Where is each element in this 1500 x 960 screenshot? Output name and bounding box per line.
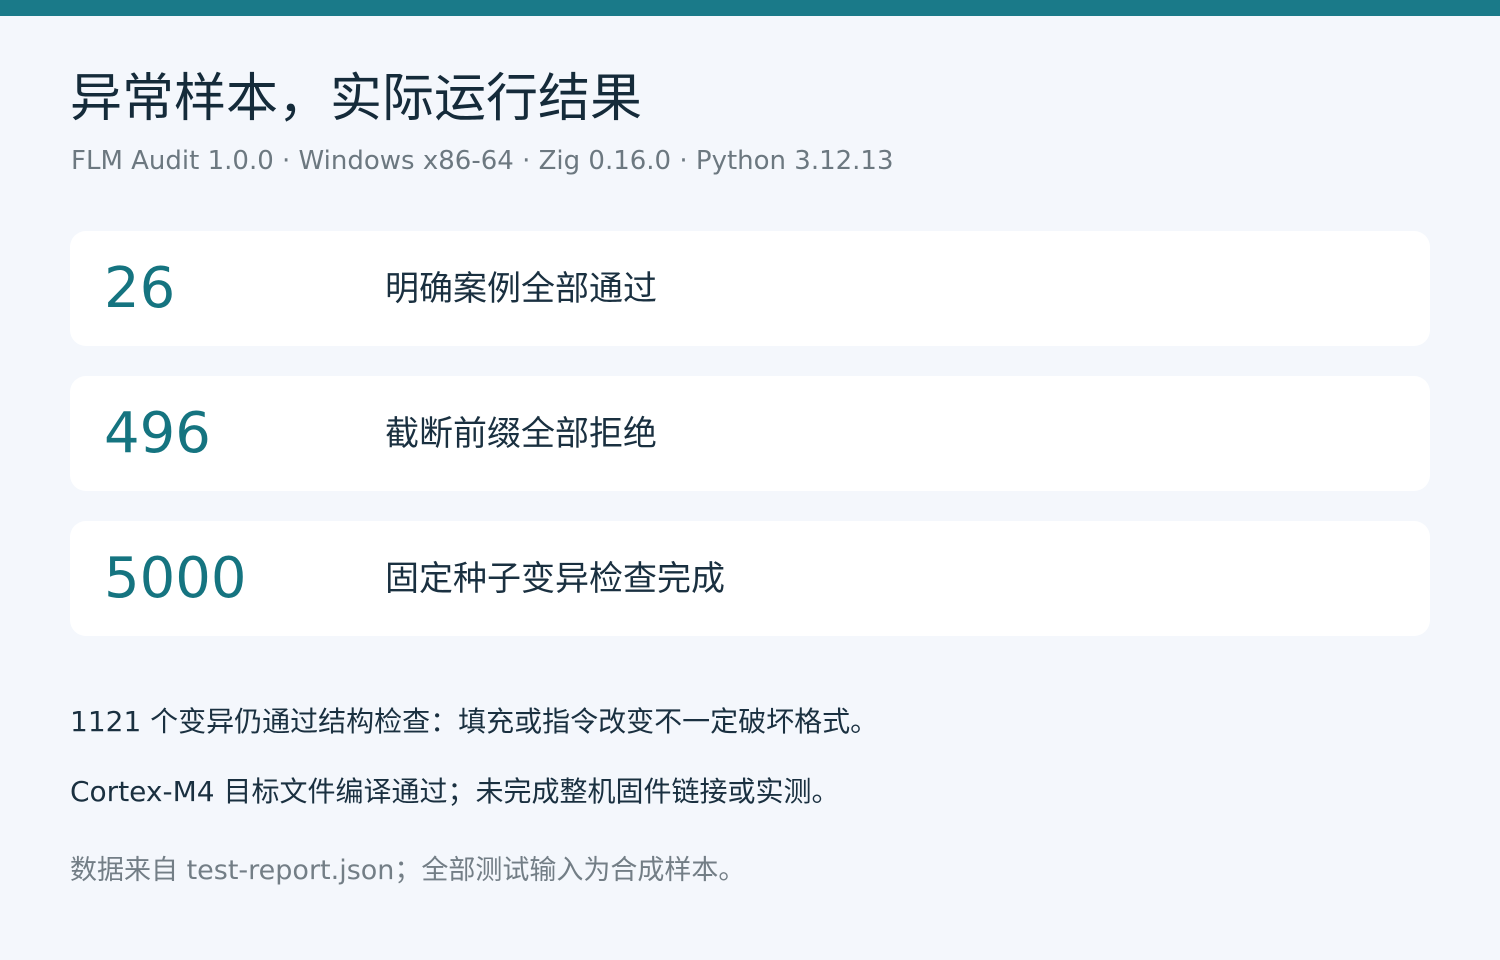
top-accent-bar [0, 0, 1500, 16]
note-mutation: 1121 个变异仍通过结构检查：填充或指令改变不一定破坏格式。 [70, 705, 879, 738]
metric-value: 26 [104, 256, 176, 321]
metric-card-mutation: 5000 固定种子变异检查完成 [70, 521, 1430, 636]
metric-card-rejected: 496 截断前缀全部拒绝 [70, 376, 1430, 491]
page-title: 异常样本，实际运行结果 [70, 69, 643, 129]
metric-label: 截断前缀全部拒绝 [385, 414, 657, 454]
footnote-data-source: 数据来自 test-report.json；全部测试输入为合成样本。 [70, 855, 746, 886]
metric-value: 5000 [104, 546, 247, 611]
metric-card-passed: 26 明确案例全部通过 [70, 231, 1430, 346]
page-subtitle: FLM Audit 1.0.0 · Windows x86-64 · Zig 0… [71, 146, 894, 176]
note-cortex-m4: Cortex-M4 目标文件编译通过；未完成整机固件链接或实测。 [70, 775, 840, 808]
metric-label: 固定种子变异检查完成 [385, 559, 725, 599]
metric-value: 496 [104, 401, 211, 466]
metric-label: 明确案例全部通过 [385, 269, 657, 309]
